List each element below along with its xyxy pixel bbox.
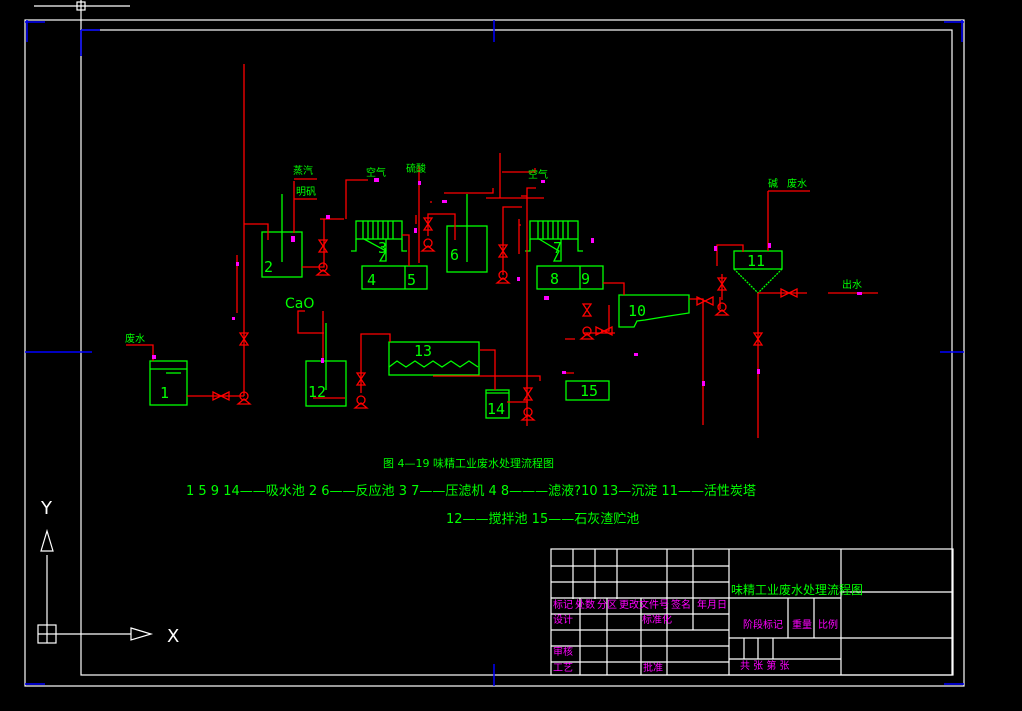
tb-approve: 批准	[643, 661, 663, 674]
drawing-frame	[80, 29, 953, 676]
settler-10[interactable]: 10	[618, 294, 690, 328]
svg-text:废水: 废水	[787, 177, 807, 190]
svg-text:9: 9	[581, 270, 590, 288]
svg-text:废水: 废水	[125, 332, 145, 345]
svg-text:蒸汽: 蒸汽	[293, 164, 313, 177]
svg-text:7: 7	[553, 239, 562, 257]
mixing-tank-12[interactable]: 12	[305, 323, 347, 407]
tb-header-count: 处数	[575, 598, 595, 611]
carbon-tower-11[interactable]: 11	[733, 250, 783, 294]
svg-text:8: 8	[550, 270, 559, 288]
tb-header-mark: 标记	[553, 599, 573, 611]
tb-stage-mark: 阶段标记	[743, 618, 783, 631]
svg-text:14: 14	[487, 400, 505, 418]
title-block	[550, 548, 954, 676]
svg-text:碱: 碱	[768, 178, 778, 190]
legend-line-1: 1 5 9 14——吸水池 2 6——反应池 3 7——压滤机 4 8———滤液…	[186, 483, 756, 499]
svg-text:明矾: 明矾	[296, 186, 316, 198]
svg-text:空气: 空气	[528, 168, 548, 181]
svg-text:CaO: CaO	[285, 296, 314, 312]
tb-header-signature: 签名	[671, 598, 691, 611]
slag-tank-15[interactable]: 15	[565, 380, 610, 401]
tb-header-zone: 分区	[597, 599, 617, 611]
cad-drawing-canvas[interactable]: 1 2 3 45 6 7 89 10 11 12 13 14 15 蒸汽 明矾 …	[0, 0, 1022, 711]
cursor-crosshair	[34, 0, 130, 55]
svg-text:3: 3	[378, 239, 387, 257]
filter-press-7[interactable]: 7	[525, 220, 583, 262]
tb-header-date: 年月日	[697, 598, 727, 611]
tank-8-9[interactable]: 89	[536, 265, 604, 290]
svg-text:13: 13	[414, 342, 432, 360]
drawing-title: 味精工业废水处理流程图	[731, 582, 863, 597]
tank-14[interactable]: 14	[485, 389, 510, 419]
tb-scale: 比例	[818, 618, 838, 631]
sedimentation-13[interactable]: 13	[388, 341, 480, 376]
ucs-icon	[37, 528, 154, 644]
svg-text:空气: 空气	[366, 166, 386, 179]
svg-text:10: 10	[628, 302, 646, 320]
tb-header-change-doc: 更改文件号	[619, 598, 669, 611]
figure-caption: 图 4—19 味精工业废水处理流程图	[383, 456, 554, 470]
legend-line-2: 12——搅拌池 15——石灰渣贮池	[446, 511, 639, 527]
svg-text:11: 11	[747, 252, 765, 270]
svg-text:5: 5	[407, 271, 416, 289]
tb-design: 设计	[553, 613, 573, 626]
svg-text:2: 2	[264, 258, 273, 276]
svg-text:4: 4	[367, 271, 376, 289]
filter-press-3[interactable]: 3	[351, 220, 407, 262]
tb-weight: 重量	[792, 618, 812, 631]
tb-sheets: 共 张 第 张	[740, 659, 790, 672]
tank-4-5[interactable]: 45	[361, 265, 428, 290]
svg-text:1: 1	[160, 384, 169, 402]
tb-process: 工艺	[553, 662, 573, 674]
ucs-x-label: X	[167, 626, 179, 647]
ucs-y-label: Y	[40, 498, 53, 519]
svg-text:硫酸: 硫酸	[406, 162, 426, 175]
svg-text:15: 15	[580, 382, 598, 400]
tank-1[interactable]: 1	[149, 360, 188, 406]
svg-text:6: 6	[450, 246, 459, 264]
tb-standardize: 标准化	[642, 613, 672, 626]
reactor-6[interactable]: 6	[446, 194, 488, 273]
svg-text:出水: 出水	[842, 278, 862, 291]
tb-review: 审核	[553, 645, 573, 658]
